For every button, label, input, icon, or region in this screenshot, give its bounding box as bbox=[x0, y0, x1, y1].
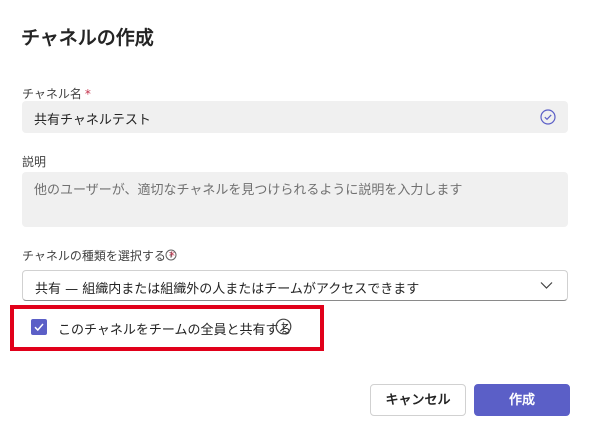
share-checkbox-label: このチャネルをチームの全員と共有する bbox=[58, 323, 292, 338]
check-circle-icon bbox=[540, 109, 556, 125]
info-icon[interactable] bbox=[275, 318, 292, 335]
share-checkbox[interactable] bbox=[31, 319, 47, 335]
chevron-down-icon bbox=[540, 282, 553, 289]
channel-name-label: チャネル名 * bbox=[22, 85, 91, 102]
checkmark-icon bbox=[34, 323, 44, 332]
channel-type-selected: 共有 — 組織内または組織外の人またはチームがアクセスできます bbox=[35, 282, 420, 297]
cancel-button[interactable]: キャンセル bbox=[370, 384, 466, 416]
channel-type-label: チャネルの種類を選択する * bbox=[22, 247, 175, 264]
channel-type-dropdown[interactable]: 共有 — 組織内または組織外の人またはチームがアクセスできます bbox=[22, 270, 568, 301]
channel-name-input[interactable]: 共有チャネルテスト bbox=[22, 101, 568, 133]
page-title: チャネルの作成 bbox=[21, 27, 154, 49]
description-input[interactable]: 他のユーザーが、適切なチャネルを見つけられるように説明を入力します bbox=[22, 172, 568, 227]
channel-name-value: 共有チャネルテスト bbox=[34, 113, 151, 128]
channel-name-label-text: チャネル名 bbox=[22, 87, 82, 101]
channel-type-label-text: チャネルの種類を選択する bbox=[22, 249, 166, 263]
info-icon[interactable] bbox=[165, 249, 177, 261]
description-label: 説明 bbox=[22, 155, 47, 169]
description-placeholder: 他のユーザーが、適切なチャネルを見つけられるように説明を入力します bbox=[34, 183, 463, 198]
required-mark: * bbox=[84, 87, 91, 101]
create-button[interactable]: 作成 bbox=[474, 384, 570, 416]
